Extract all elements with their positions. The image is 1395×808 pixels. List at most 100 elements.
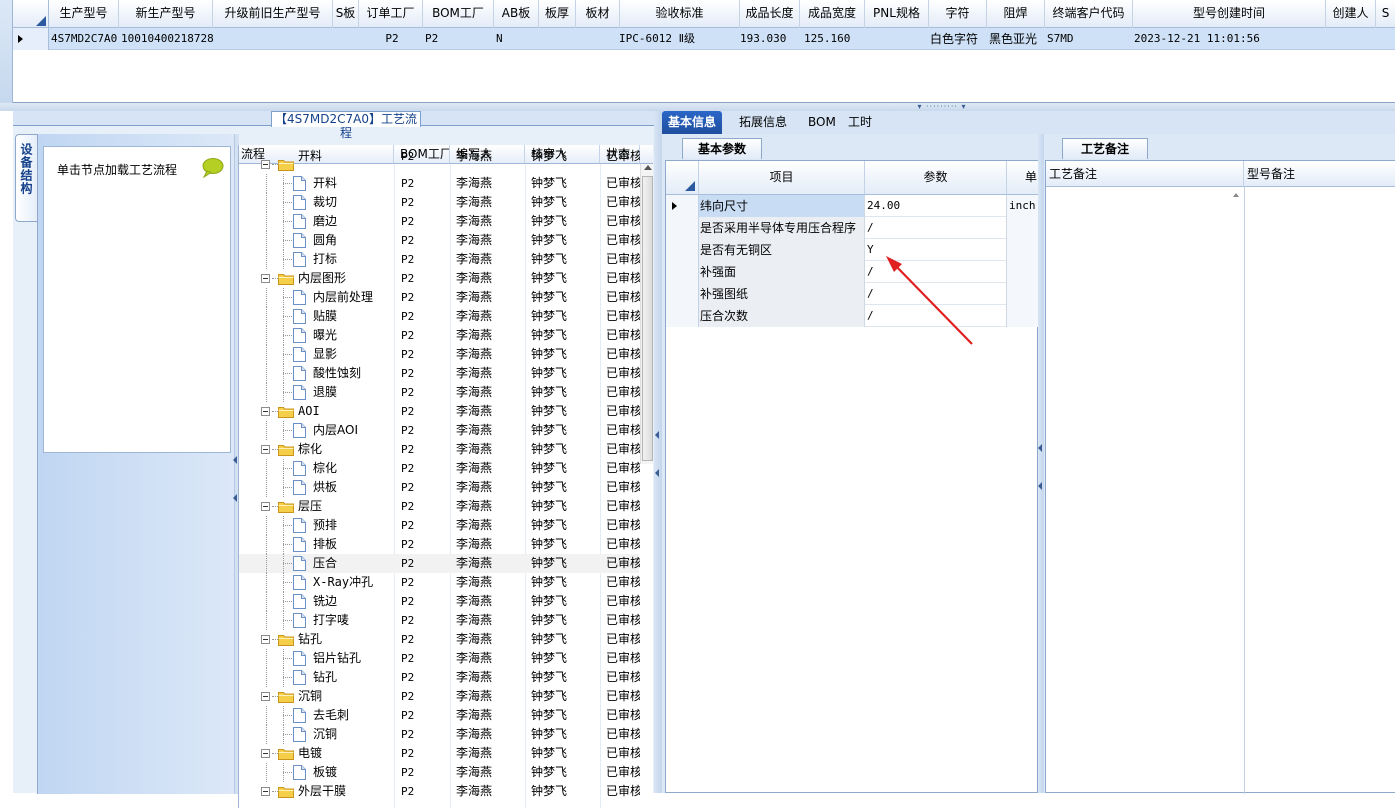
collapse-toggle-icon[interactable]	[261, 635, 270, 644]
tree-row[interactable]: 去毛刺 P2 李海燕 钟梦飞 已审核	[239, 706, 640, 725]
collapse-toggle-icon[interactable]	[261, 445, 270, 454]
col-header-pnl[interactable]: PNL规格	[865, 0, 929, 28]
cell-author[interactable]: 李海燕	[456, 345, 492, 364]
col-header-bom-factory[interactable]: BOM工厂	[423, 0, 494, 28]
cell-bom-factory[interactable]: P2	[401, 649, 414, 668]
cell-bom-factory[interactable]: P2	[401, 307, 414, 326]
cell-bom-factory[interactable]: P2	[401, 345, 414, 364]
col-header-old-model[interactable]: 升级前旧生产型号	[213, 0, 333, 28]
cell-solder[interactable]: 黑色亚光	[987, 28, 1045, 50]
note-header-process[interactable]: 工艺备注	[1046, 161, 1244, 187]
tree-node-label[interactable]: 内层AOI	[313, 421, 394, 440]
tree-row[interactable]: 开料 P2 李海燕 钟梦飞 已审核	[239, 174, 640, 193]
cell-reviewer[interactable]: 钟梦飞	[531, 630, 567, 649]
param-item[interactable]: 补强图纸	[699, 283, 865, 305]
cell-status[interactable]: 已审核	[606, 364, 640, 383]
col-header-new-model[interactable]: 新生产型号	[119, 0, 213, 28]
cell-status[interactable]: 已审核	[606, 459, 640, 478]
cell-ab-board[interactable]: N	[494, 28, 514, 50]
cell-status[interactable]: 已审核	[606, 421, 640, 440]
cell-bom-factory[interactable]: P2	[401, 554, 414, 573]
cell-bom-factory[interactable]: P2	[401, 459, 414, 478]
cell-author[interactable]: 李海燕	[456, 592, 492, 611]
cell-status[interactable]: 已审核	[606, 345, 640, 364]
tree-node-label[interactable]: 沉铜	[298, 687, 394, 706]
cell-author[interactable]: 李海燕	[456, 478, 492, 497]
tree-row[interactable]: 内层前处理 P2 李海燕 钟梦飞 已审核	[239, 288, 640, 307]
tree-node-label[interactable]: 钻孔	[313, 668, 394, 687]
cell-author[interactable]: 李海燕	[456, 307, 492, 326]
tree-row[interactable]: 板镀 P2 李海燕 钟梦飞 已审核	[239, 763, 640, 782]
tree-row[interactable]: 棕化 P2 李海燕 钟梦飞 已审核	[239, 459, 640, 478]
tab-extended-info[interactable]: 拓展信息	[733, 111, 793, 134]
tree-row[interactable]: 排板 P2 李海燕 钟梦飞 已审核	[239, 535, 640, 554]
cell-status[interactable]: 已审核	[606, 497, 640, 516]
cell-status[interactable]: 已审核	[606, 744, 640, 763]
cell-reviewer[interactable]: 钟梦飞	[531, 288, 567, 307]
cell-reviewer[interactable]: 钟梦飞	[531, 706, 567, 725]
cell-reviewer[interactable]: 钟梦飞	[531, 212, 567, 231]
col-header-order-factory[interactable]: 订单工厂	[359, 0, 423, 28]
cell-status[interactable]: 已审核	[606, 782, 640, 801]
tree-node-label[interactable]: 电镀	[298, 744, 394, 763]
cell-bom-factory[interactable]: P2	[401, 288, 414, 307]
cell-bom-factory[interactable]: P2	[401, 497, 414, 516]
tree-node-label[interactable]: 排板	[313, 535, 394, 554]
tree-row[interactable]: 钻孔 P2 李海燕 钟梦飞 已审核	[239, 668, 640, 687]
cell-status[interactable]: 已审核	[606, 174, 640, 193]
param-unit[interactable]: inch	[1007, 195, 1038, 217]
cell-standard[interactable]: IPC-6012 Ⅱ级	[617, 28, 727, 50]
col-header-ab-board[interactable]: AB板	[494, 0, 539, 28]
col-header-created[interactable]: 型号创建时间	[1133, 0, 1326, 28]
cell-bom-factory[interactable]: P2	[401, 269, 414, 288]
tree-node-label[interactable]: 酸性蚀刻	[313, 364, 394, 383]
row-indicator[interactable]	[666, 195, 699, 217]
param-row[interactable]: 是否采用半导体专用压合程序 /	[666, 217, 1039, 239]
tree-node-label[interactable]: 磨边	[313, 212, 394, 231]
col-header-model[interactable]: 生产型号	[49, 0, 119, 28]
cell-status[interactable]: 已审核	[606, 573, 640, 592]
collapse-toggle-icon[interactable]	[261, 274, 270, 283]
tree-row[interactable]: 铣边 P2 李海燕 钟梦飞 已审核	[239, 592, 640, 611]
tree-node-label[interactable]: 棕化	[298, 440, 394, 459]
tree-row[interactable]: X-Ray冲孔 P2 李海燕 钟梦飞 已审核	[239, 573, 640, 592]
cell-created[interactable]: 2023-12-21 11:01:56	[1132, 28, 1292, 50]
tree-row[interactable]: 沉铜 P2 李海燕 钟梦飞 已审核	[239, 725, 640, 744]
tree-node-label[interactable]: 圆角	[313, 231, 394, 250]
tree-row[interactable]: 圆角 P2 李海燕 钟梦飞 已审核	[239, 231, 640, 250]
param-unit[interactable]	[1007, 261, 1038, 283]
cell-customer[interactable]: S7MD	[1045, 28, 1105, 50]
cell-bom-factory[interactable]: P2	[423, 28, 459, 50]
cell-author[interactable]: 李海燕	[456, 516, 492, 535]
cell-author[interactable]: 李海燕	[456, 269, 492, 288]
center-vertical-splitter[interactable]	[654, 111, 662, 793]
tree-row[interactable]: 打字唛 P2 李海燕 钟梦飞 已审核	[239, 611, 640, 630]
note-header-model[interactable]: 型号备注	[1244, 161, 1395, 187]
tree-node-label[interactable]: 内层前处理	[313, 288, 394, 307]
cell-status[interactable]: 已审核	[606, 535, 640, 554]
cell-bom-factory[interactable]: P2	[401, 611, 414, 630]
cell-reviewer[interactable]: 钟梦飞	[531, 611, 567, 630]
tree-row[interactable]: 酸性蚀刻 P2 李海燕 钟梦飞 已审核	[239, 364, 640, 383]
cell-status[interactable]: 已审核	[606, 649, 640, 668]
cell-author[interactable]: 李海燕	[456, 231, 492, 250]
cell-reviewer[interactable]: 钟梦飞	[531, 383, 567, 402]
tree-node-label[interactable]: 钻孔	[298, 630, 394, 649]
tree-row[interactable]: 电镀 P2 李海燕 钟梦飞 已审核	[239, 744, 640, 763]
cell-reviewer[interactable]: 钟梦飞	[531, 307, 567, 326]
cell-status[interactable]: 已审核	[606, 630, 640, 649]
cell-author[interactable]: 李海燕	[456, 706, 492, 725]
cell-author[interactable]: 李海燕	[456, 459, 492, 478]
tree-node-label[interactable]: 打字唛	[313, 611, 394, 630]
tree-node-label[interactable]: 曝光	[313, 326, 394, 345]
cell-reviewer[interactable]: 钟梦飞	[531, 440, 567, 459]
horizontal-splitter[interactable]: ▾ ········· ▾	[0, 103, 1395, 111]
cell-bom-factory[interactable]: P2	[401, 763, 414, 782]
cell-author[interactable]: 李海燕	[456, 668, 492, 687]
cell-bom-factory[interactable]: P2	[401, 687, 414, 706]
cell-status[interactable]: 已审核	[606, 307, 640, 326]
cell-reviewer[interactable]: 钟梦飞	[531, 516, 567, 535]
cell-author[interactable]: 李海燕	[456, 364, 492, 383]
tree-node-label[interactable]: 外层干膜	[298, 782, 394, 801]
param-value[interactable]: /	[865, 217, 1007, 239]
